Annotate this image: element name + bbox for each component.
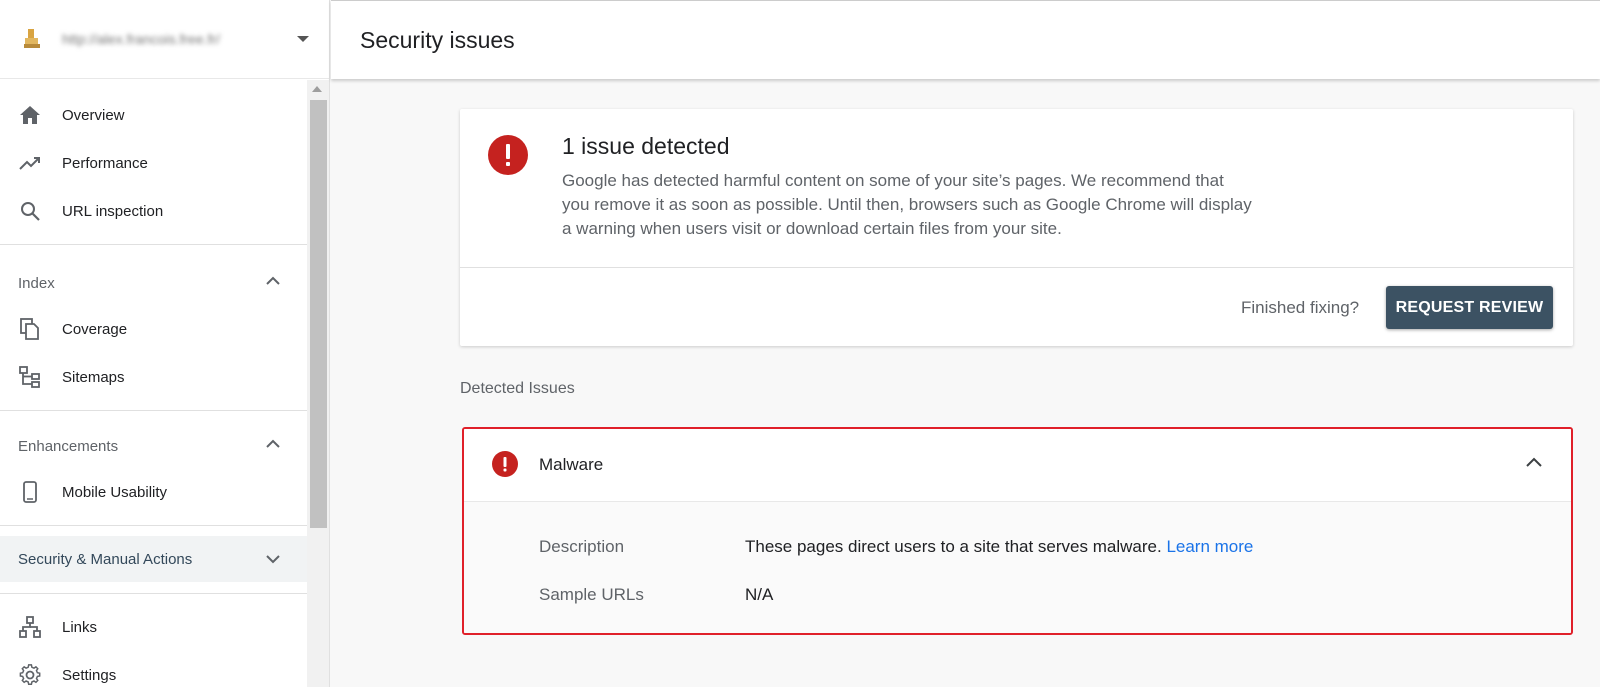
sidebar-section-security-manual-actions[interactable]: Security & Manual Actions (0, 536, 307, 582)
property-dropdown-icon[interactable] (297, 36, 309, 42)
property-url: http://alex.francois.free.fr/ (62, 31, 220, 47)
issue-row-malware[interactable]: Malware (464, 429, 1571, 502)
sidebar-divider (0, 244, 307, 245)
page-title: Security issues (360, 27, 515, 53)
sidebar-item-url-inspection[interactable]: URL inspection (0, 188, 307, 234)
finished-fixing-label: Finished fixing? (1241, 298, 1360, 317)
sidebar-item-label: Links (62, 618, 98, 636)
sample-urls-key: Sample URLs (539, 585, 644, 604)
chevron-up-icon (266, 439, 280, 448)
error-icon (492, 451, 518, 477)
search-icon (18, 199, 42, 223)
sidebar-item-label: Coverage (62, 320, 128, 338)
page-header: Security issues (331, 0, 1600, 79)
chevron-up-icon[interactable] (1526, 457, 1542, 467)
site-favicon-icon (24, 29, 40, 48)
sidebar-divider (0, 410, 307, 411)
request-review-button[interactable]: REQUEST REVIEW (1386, 286, 1553, 329)
sample-urls-value: N/A (745, 585, 774, 604)
issue-name: Malware (539, 455, 604, 474)
home-icon (18, 103, 42, 127)
sidebar-section-enhancements[interactable]: Enhancements (0, 423, 307, 469)
sidebar-divider (0, 593, 307, 594)
description-key: Description (539, 537, 625, 556)
trending-up-icon (18, 151, 42, 175)
sitemap-icon (18, 365, 42, 389)
sidebar-item-settings[interactable]: Settings (0, 652, 307, 687)
description-text: These pages direct users to a site that … (745, 537, 1162, 556)
detected-issues-label: Detected Issues (460, 380, 575, 397)
chevron-up-icon (266, 276, 280, 285)
sidebar-item-label: Mobile Usability (62, 483, 168, 501)
scroll-up-arrow-icon[interactable] (312, 86, 322, 92)
sidebar-item-performance[interactable]: Performance (0, 140, 307, 186)
card-divider (460, 267, 1573, 268)
issue-details: Description These pages direct users to … (464, 502, 1571, 633)
property-selector[interactable]: http://alex.francois.free.fr/ (0, 0, 329, 79)
sidebar-item-label: Sitemaps (62, 368, 125, 386)
sidebar-item-label: Performance (62, 154, 148, 172)
section-label: Enhancements (18, 437, 119, 455)
issue-summary-card: 1 issue detected Google has detected har… (460, 109, 1573, 346)
sidebar-item-coverage[interactable]: Coverage (0, 306, 307, 352)
section-label: Index (18, 274, 55, 292)
error-icon (488, 135, 528, 175)
description-value: These pages direct users to a site that … (745, 537, 1253, 557)
sidebar-item-sitemaps[interactable]: Sitemaps (0, 354, 307, 400)
detected-issue-panel: Malware Description These pages direct u… (462, 427, 1573, 635)
sidebar-item-label: Overview (62, 106, 125, 124)
sidebar-item-mobile-usability[interactable]: Mobile Usability (0, 469, 307, 515)
chevron-down-icon (266, 555, 280, 564)
sidebar-item-label: Settings (62, 666, 117, 684)
section-label: Security & Manual Actions (18, 550, 193, 568)
coverage-icon (18, 317, 42, 341)
scrollbar-thumb[interactable] (310, 100, 327, 528)
sidebar-divider (0, 525, 307, 526)
issue-count-heading: 1 issue detected (562, 133, 730, 159)
links-icon (18, 615, 42, 639)
gear-icon (18, 663, 42, 687)
issue-summary-description: Google has detected harmful content on s… (562, 171, 1252, 238)
sidebar-section-index[interactable]: Index (0, 260, 307, 306)
sidebar: http://alex.francois.free.fr/ Overview P… (0, 0, 330, 687)
sidebar-item-overview[interactable]: Overview (0, 92, 307, 138)
mobile-icon (18, 480, 42, 504)
sidebar-item-links[interactable]: Links (0, 604, 307, 650)
learn-more-link[interactable]: Learn more (1166, 537, 1253, 556)
sidebar-item-label: URL inspection (62, 202, 164, 220)
